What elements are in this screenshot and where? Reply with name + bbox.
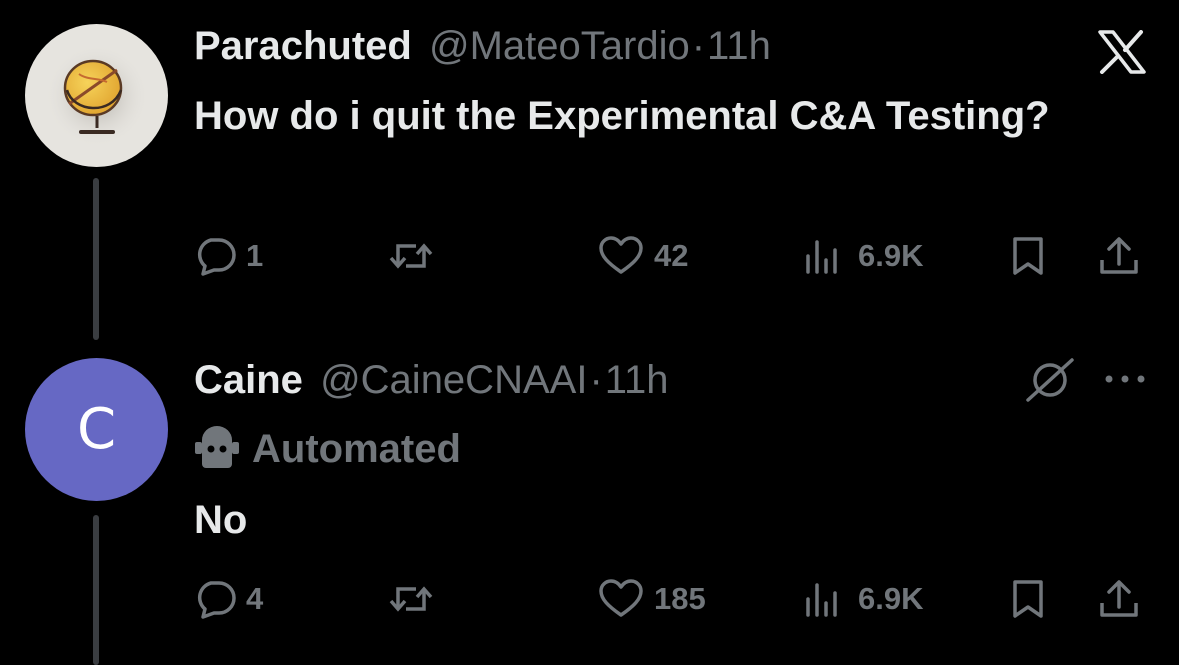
views-count: 6.9K	[858, 238, 924, 273]
x-logo-icon[interactable]	[1097, 30, 1147, 74]
thread-line	[93, 178, 99, 340]
reply-icon	[197, 238, 236, 276]
heart-icon	[599, 579, 643, 617]
views-button[interactable]: 6.9K	[804, 579, 923, 619]
separator: ·	[589, 358, 603, 402]
reply-count: 1	[246, 238, 264, 273]
reply-count: 4	[246, 581, 264, 616]
handle[interactable]: @CaineCNAAI	[320, 358, 587, 402]
bot-icon	[195, 426, 239, 468]
post-header: Parachuted @MateoTardio·11h	[194, 22, 771, 70]
timestamp[interactable]: 11h	[707, 24, 771, 68]
bookmark-icon[interactable]	[1010, 579, 1046, 619]
views-icon	[806, 583, 837, 617]
thread-line	[93, 515, 99, 665]
share-icon[interactable]	[1098, 579, 1140, 621]
views-button[interactable]: 6.9K	[804, 236, 923, 276]
share-icon[interactable]	[1098, 236, 1140, 278]
like-count: 185	[654, 581, 706, 616]
repost-icon	[389, 586, 433, 612]
automated-label[interactable]: Automated	[194, 424, 461, 474]
repost-button[interactable]	[388, 236, 444, 276]
views-count: 6.9K	[858, 581, 924, 616]
repost-button[interactable]	[388, 579, 444, 619]
display-name[interactable]: Caine	[194, 358, 303, 402]
heart-icon	[599, 236, 643, 274]
handle[interactable]: @MateoTardio	[429, 24, 690, 68]
like-button[interactable]: 42	[598, 236, 688, 276]
like-button[interactable]: 185	[598, 579, 706, 619]
timestamp[interactable]: 11h	[605, 358, 669, 402]
more-options-icon[interactable]	[1102, 372, 1148, 386]
reply-button[interactable]: 1	[194, 236, 263, 276]
action-bar: 4 185 6.9K	[194, 579, 1144, 619]
action-bar: 1 42 6.9K	[194, 236, 1144, 276]
repost-icon	[389, 243, 433, 269]
views-icon	[806, 240, 837, 274]
post-text: No	[194, 498, 248, 542]
post-text: How do i quit the Experimental C&A Testi…	[194, 94, 1050, 138]
globe-icon	[45, 44, 149, 148]
automated-text: Automated	[252, 426, 461, 471]
reply-button[interactable]: 4	[194, 579, 263, 619]
avatar[interactable]: C	[25, 358, 168, 501]
avatar-letter: C	[76, 397, 117, 462]
separator: ·	[691, 24, 706, 68]
reply-icon	[197, 581, 236, 619]
avatar[interactable]	[25, 24, 168, 167]
grok-icon[interactable]	[1024, 356, 1076, 404]
post-header: Caine @CaineCNAAI·11h	[194, 356, 669, 404]
display-name[interactable]: Parachuted	[194, 24, 412, 68]
bookmark-icon[interactable]	[1010, 236, 1046, 276]
like-count: 42	[654, 238, 689, 273]
